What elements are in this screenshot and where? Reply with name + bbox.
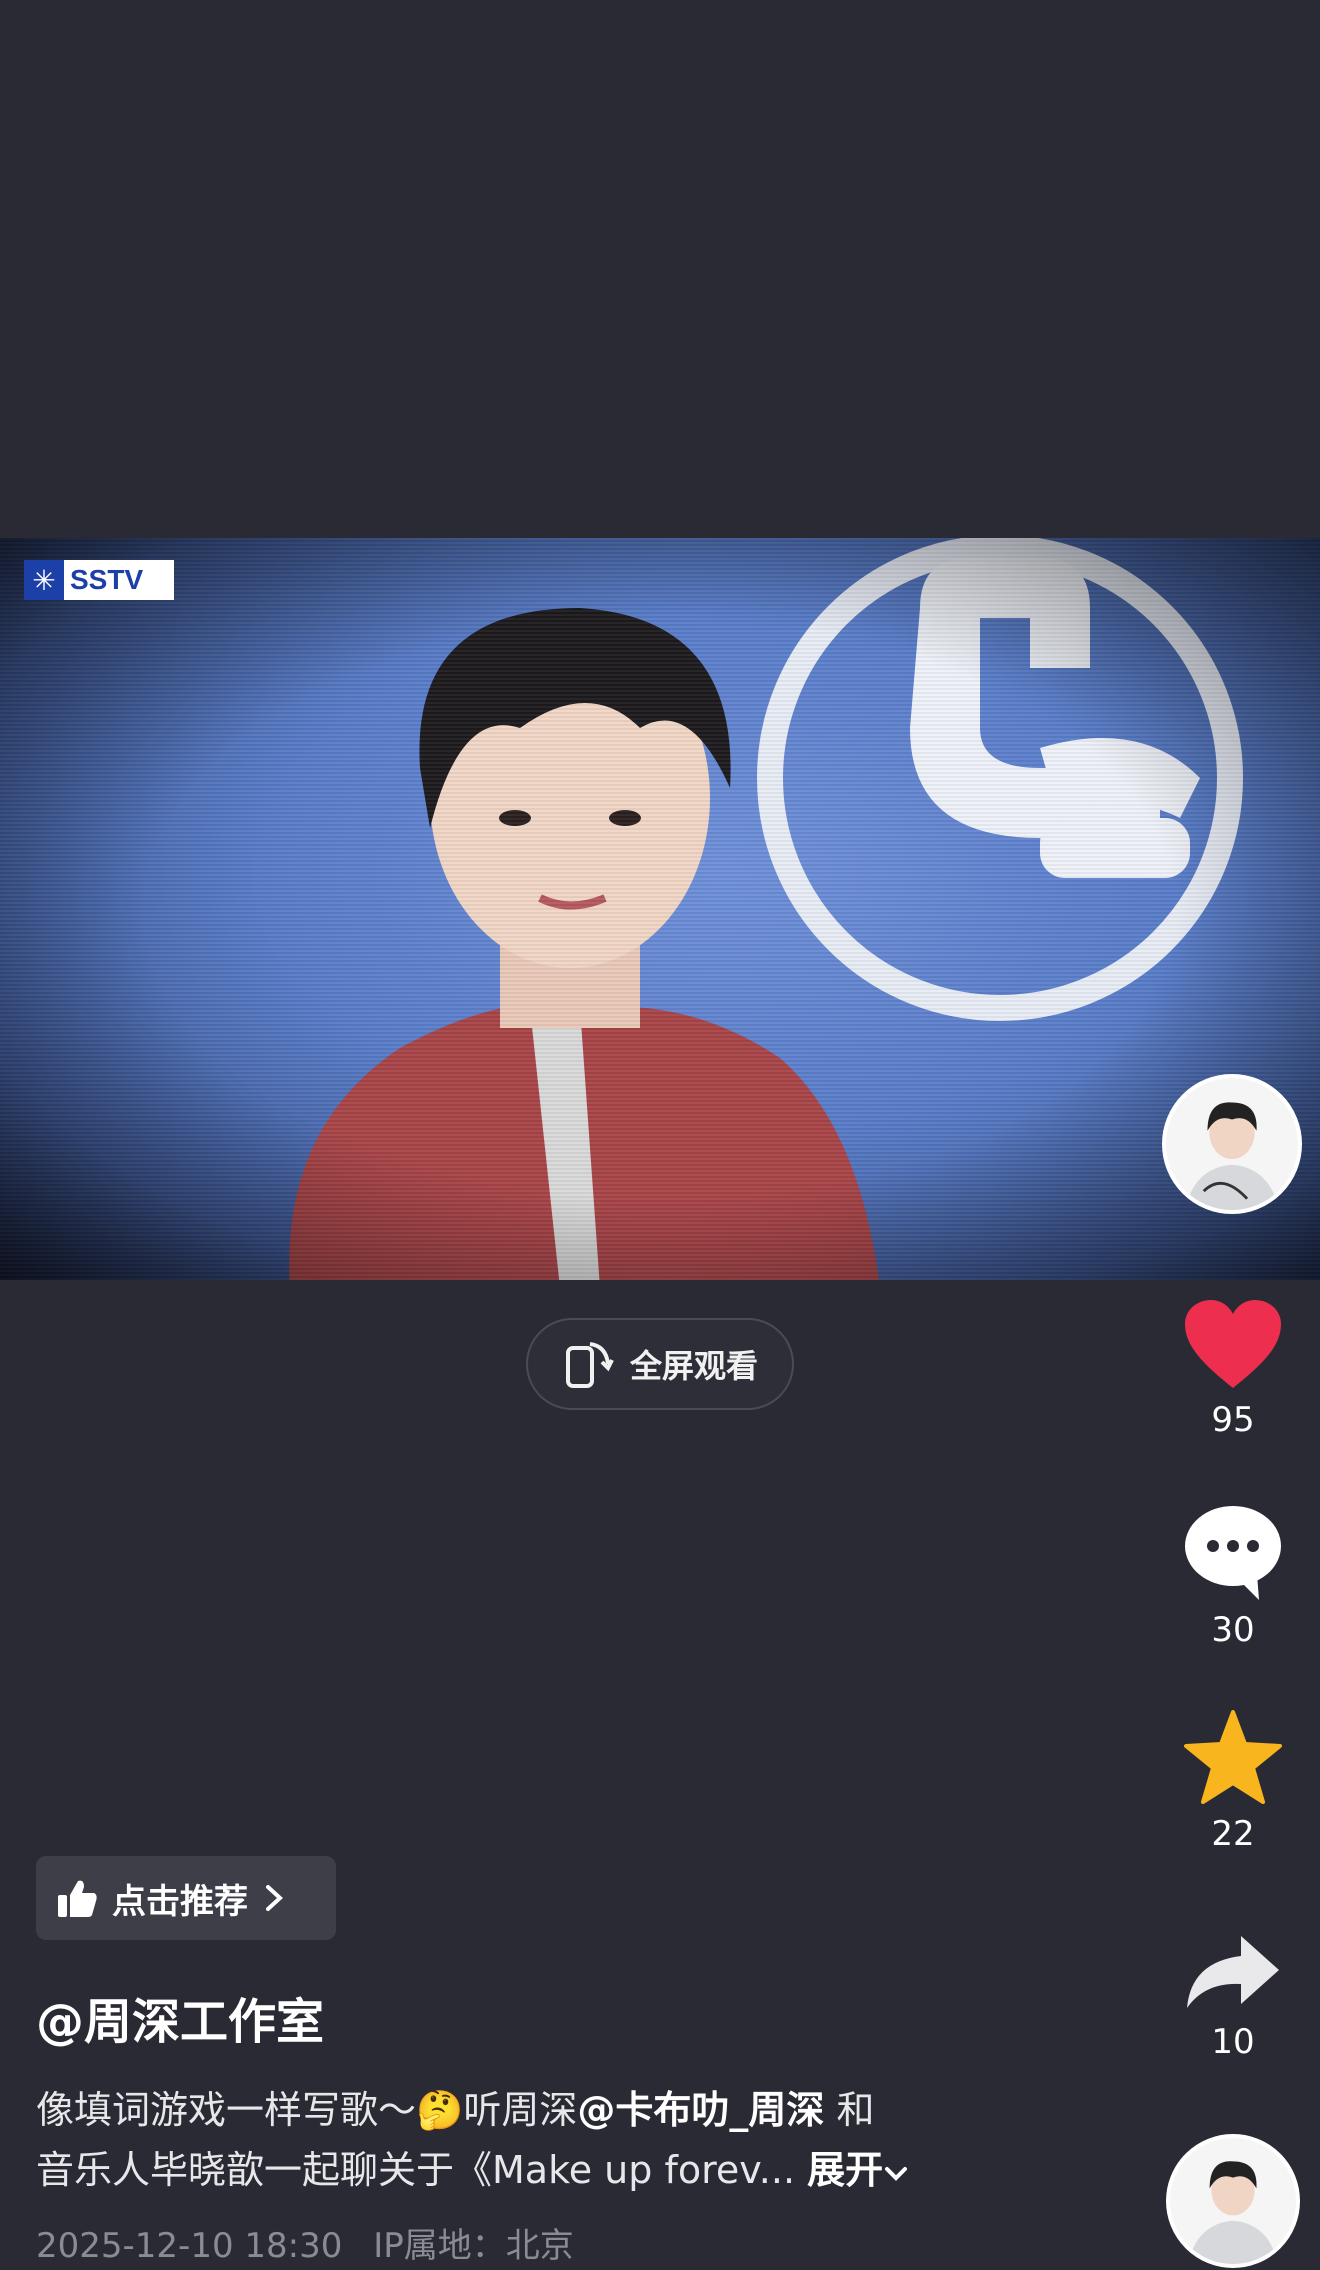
sstv-star-icon: ✳	[24, 560, 64, 600]
thinking-emoji-icon: 🤔	[416, 2088, 464, 2132]
sstv-watermark: ✳ SSTV	[24, 560, 174, 600]
description-text: 和	[824, 2088, 875, 2132]
share-count: 10	[1211, 2022, 1255, 2062]
description-text: 音乐人毕晓歆一起聊关于《Make up forev...	[36, 2148, 796, 2192]
post-meta: 2025-12-10 18:30 IP属地：北京	[36, 2218, 574, 2267]
post-date: 2025-12-10 18:30	[36, 2226, 343, 2266]
chevron-down-icon	[885, 2167, 908, 2181]
sstv-text: SSTV	[70, 564, 144, 595]
fullscreen-button[interactable]: 全屏观看	[526, 1318, 794, 1410]
star-icon	[1184, 1710, 1282, 1804]
description-text: 听周深	[463, 2088, 578, 2132]
comment-action[interactable]: 30	[1160, 1504, 1306, 1650]
fullscreen-label: 全屏观看	[629, 1347, 758, 1385]
rotate-screen-icon	[565, 1342, 614, 1388]
comment-count: 30	[1211, 1610, 1255, 1650]
favorite-count: 22	[1211, 1814, 1255, 1854]
chevron-right-icon	[266, 1885, 283, 1911]
mention-link[interactable]: @卡布叻_周深	[577, 2088, 824, 2132]
recommend-label: 点击推荐	[112, 1881, 248, 1922]
recommend-button[interactable]: 点击推荐	[36, 1856, 336, 1940]
comment-bubble-icon	[1185, 1506, 1281, 1600]
expand-label: 展开	[807, 2148, 884, 2192]
avatar-photo	[1166, 1078, 1298, 1210]
like-count: 95	[1211, 1400, 1255, 1440]
share-action[interactable]: 10	[1160, 1932, 1306, 2062]
vignette-overlay	[0, 538, 1320, 1280]
music-disc-photo	[1170, 2138, 1296, 2264]
expand-button[interactable]: 展开	[807, 2148, 909, 2192]
like-action[interactable]: 95	[1160, 1298, 1306, 1440]
description-line-2: 音乐人毕晓歆一起聊关于《Make up forev... 展开	[36, 2140, 1036, 2200]
thumbs-up-icon	[58, 1880, 97, 1917]
heart-icon	[1185, 1300, 1281, 1388]
share-arrow-icon	[1187, 1936, 1279, 2008]
music-disc-avatar[interactable]	[1166, 2134, 1300, 2268]
author-name[interactable]: @周深工作室	[36, 1982, 324, 2052]
post-description: 像填词游戏一样写歌～🤔听周深@卡布叻_周深 和 音乐人毕晓歆一起聊关于《Make…	[36, 2080, 1036, 2200]
description-text: 像填词游戏一样写歌～	[36, 2088, 417, 2132]
favorite-action[interactable]: 22	[1160, 1710, 1306, 1854]
ip-location: IP属地：北京	[373, 2226, 574, 2266]
author-avatar[interactable]	[1162, 1074, 1302, 1214]
description-line-1: 像填词游戏一样写歌～🤔听周深@卡布叻_周深 和	[36, 2080, 1036, 2140]
video-player[interactable]: ✳ SSTV	[0, 538, 1320, 1280]
